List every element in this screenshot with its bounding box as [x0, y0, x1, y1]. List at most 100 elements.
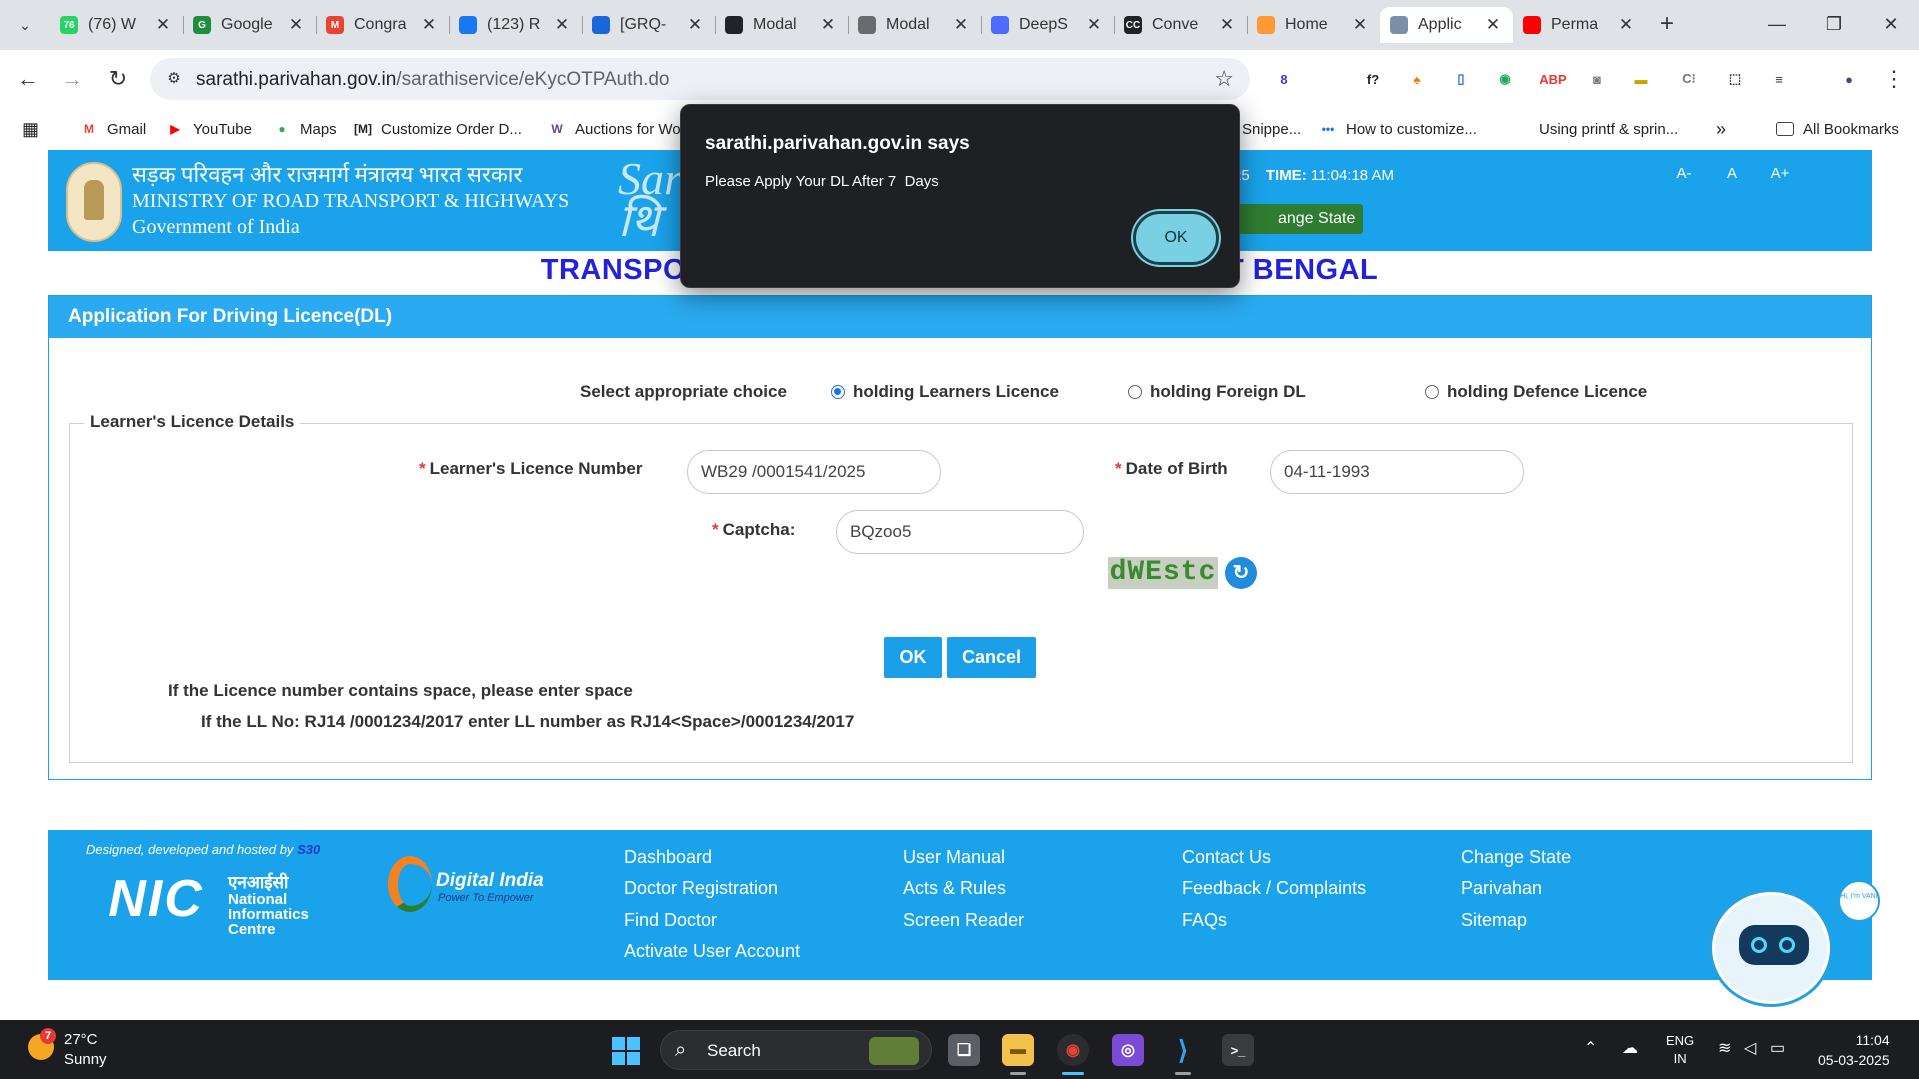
chatbot-vani[interactable]: Hi, I'm VANI — [1710, 880, 1882, 1015]
system-clock[interactable]: 11:04 05-03-2025 — [1818, 1030, 1890, 1070]
browser-tab[interactable]: CC Conve ✕ — [1114, 7, 1247, 43]
chatbot-robot-icon[interactable] — [1712, 892, 1830, 1004]
footer-link[interactable]: Sitemap — [1461, 910, 1527, 931]
close-tab-icon[interactable]: ✕ — [286, 15, 306, 35]
browser-tab[interactable]: Modal ✕ — [848, 7, 981, 43]
extension-doc-icon[interactable]: ▯ — [1448, 66, 1474, 92]
new-tab-plus-icon[interactable]: + — [1652, 10, 1682, 40]
browser-tab[interactable]: G Google ✕ — [183, 7, 316, 43]
bookmark-item[interactable]: ••• How to customize... — [1319, 118, 1477, 140]
chrome-icon[interactable]: ◉ — [1057, 1034, 1089, 1066]
language-indicator[interactable]: ENG IN — [1666, 1032, 1694, 1068]
footer-link[interactable]: User Manual — [903, 847, 1005, 868]
site-info-icon[interactable]: ⚙ — [164, 69, 184, 89]
forward-arrow-icon[interactable]: → — [56, 63, 88, 95]
refresh-captcha-icon[interactable]: ↻ — [1225, 557, 1257, 589]
radio-selected-icon[interactable] — [831, 385, 845, 399]
captcha-input[interactable]: BQzoo5 — [836, 510, 1084, 554]
ok-button[interactable]: OK — [884, 637, 942, 678]
extension-blank-icon[interactable] — [1316, 66, 1342, 92]
close-tab-icon[interactable]: ✕ — [951, 15, 971, 35]
extension-fire-icon[interactable]: ♠ — [1404, 66, 1430, 92]
footer-link[interactable]: Find Doctor — [624, 910, 717, 931]
ll-number-input[interactable]: WB29 /0001541/2025 — [687, 450, 941, 494]
bookmark-item[interactable]: ● Maps — [273, 118, 336, 140]
terminal-icon[interactable]: >_ — [1222, 1034, 1254, 1066]
url-text[interactable]: sarathi.parivahan.gov.in/sarathiservice/… — [196, 69, 669, 91]
radio-unselected-icon[interactable] — [1128, 385, 1142, 399]
font-decrease-button[interactable]: A- — [1664, 160, 1704, 188]
footer-link[interactable]: Activate User Account — [624, 941, 800, 962]
weather-condition[interactable]: Sunny — [64, 1051, 107, 1068]
cancel-button[interactable]: Cancel — [947, 637, 1036, 678]
tab-search-chevron-icon[interactable]: ⌄ — [10, 10, 40, 40]
browser-tab[interactable]: Applic ✕ — [1380, 7, 1513, 43]
volume-icon[interactable]: ◁ — [1744, 1038, 1756, 1058]
more-bookmarks-chevron-icon[interactable]: » — [1716, 118, 1726, 140]
close-tab-icon[interactable]: ✕ — [818, 15, 838, 35]
taskbar-search[interactable]: ⌕ Search — [660, 1030, 932, 1070]
file-explorer-icon[interactable]: ▬ — [1002, 1034, 1034, 1066]
bookmark-item[interactable]: [M] Customize Order D... — [354, 118, 522, 140]
footer-link[interactable]: Parivahan — [1461, 878, 1542, 899]
footer-link[interactable]: FAQs — [1182, 910, 1227, 931]
close-tab-icon[interactable]: ✕ — [1483, 15, 1503, 35]
font-increase-button[interactable]: A+ — [1760, 160, 1800, 188]
footer-link[interactable]: Doctor Registration — [624, 878, 778, 899]
apps-grid-icon[interactable]: ▦ — [22, 118, 39, 140]
close-tab-icon[interactable]: ✕ — [153, 15, 173, 35]
radio-learners-licence[interactable]: holding Learners Licence — [831, 382, 1059, 402]
minimize-window-icon[interactable]: — — [1752, 8, 1802, 40]
media-icon[interactable]: ≡ — [1766, 66, 1792, 92]
font-normal-button[interactable]: A — [1712, 160, 1752, 188]
footer-link[interactable]: Dashboard — [624, 847, 712, 868]
weather-temperature[interactable]: 27°C — [64, 1031, 98, 1048]
bookmark-item[interactable]: W Auctions for Wo — [548, 118, 680, 140]
close-tab-icon[interactable]: ✕ — [1217, 15, 1237, 35]
copilot-app-icon[interactable]: ◎ — [1112, 1034, 1144, 1066]
dialog-ok-button[interactable]: OK — [1133, 211, 1219, 265]
task-view-icon[interactable]: ❏ — [948, 1034, 980, 1066]
back-arrow-icon[interactable]: ← — [12, 63, 44, 95]
bookmark-star-icon[interactable]: ☆ — [1214, 66, 1234, 92]
reload-icon[interactable]: ↻ — [102, 63, 134, 95]
extension-cs-icon[interactable]: C⁝ — [1676, 66, 1702, 92]
browser-tab[interactable]: 76 (76) W ✕ — [50, 7, 183, 43]
extension-folder-icon[interactable]: ▬ — [1628, 66, 1654, 92]
radio-defence-licence[interactable]: holding Defence Licence — [1425, 382, 1647, 402]
address-bar[interactable]: ⚙ sarathi.parivahan.gov.in/sarathiservic… — [150, 58, 1250, 100]
chatbot-bubble[interactable]: Hi, I'm VANI — [1838, 880, 1880, 922]
extension-badge-icon[interactable]: 8 — [1271, 66, 1297, 92]
tray-chevron-up-icon[interactable]: ⌃ — [1584, 1038, 1597, 1058]
footer-link[interactable]: Change State — [1461, 847, 1571, 868]
extension-fx-icon[interactable]: f? — [1360, 66, 1386, 92]
change-state-button[interactable]: ange State — [1228, 204, 1364, 234]
all-bookmarks-folder[interactable]: All Bookmarks — [1776, 118, 1899, 140]
browser-tab[interactable]: Modal ✕ — [715, 7, 848, 43]
close-tab-icon[interactable]: ✕ — [1350, 15, 1370, 35]
vscode-icon[interactable]: ⟩ — [1167, 1034, 1199, 1066]
bookmark-item[interactable]: M Gmail — [80, 118, 146, 140]
footer-link[interactable]: Feedback / Complaints — [1182, 878, 1366, 899]
close-tab-icon[interactable]: ✕ — [685, 15, 705, 35]
close-tab-icon[interactable]: ✕ — [1616, 15, 1636, 35]
close-tab-icon[interactable]: ✕ — [552, 15, 572, 35]
extension-eye-icon[interactable]: ◉ — [1492, 66, 1518, 92]
restore-window-icon[interactable]: ❐ — [1809, 8, 1859, 40]
browser-menu-icon[interactable]: ⋮ — [1878, 63, 1910, 95]
footer-link[interactable]: Screen Reader — [903, 910, 1024, 931]
browser-tab[interactable]: Home ✕ — [1247, 7, 1380, 43]
browser-tab[interactable]: Perma ✕ — [1513, 7, 1646, 43]
close-tab-icon[interactable]: ✕ — [419, 15, 439, 35]
battery-icon[interactable]: ▭ — [1770, 1038, 1785, 1058]
profile-avatar-icon[interactable]: ● — [1836, 66, 1862, 92]
cloud-sync-icon[interactable]: ☁ — [1622, 1038, 1638, 1058]
bookmark-item[interactable]: Using printf & sprin... — [1512, 118, 1678, 140]
camera-icon[interactable]: ◙ — [1584, 66, 1610, 92]
footer-link[interactable]: Acts & Rules — [903, 878, 1006, 899]
windows-start-icon[interactable] — [612, 1037, 640, 1065]
bookmark-item[interactable]: ▶ YouTube — [166, 118, 252, 140]
adblock-icon[interactable]: ABP — [1539, 66, 1566, 92]
wifi-icon[interactable]: ≋ — [1718, 1038, 1731, 1058]
footer-link[interactable]: Contact Us — [1182, 847, 1271, 868]
